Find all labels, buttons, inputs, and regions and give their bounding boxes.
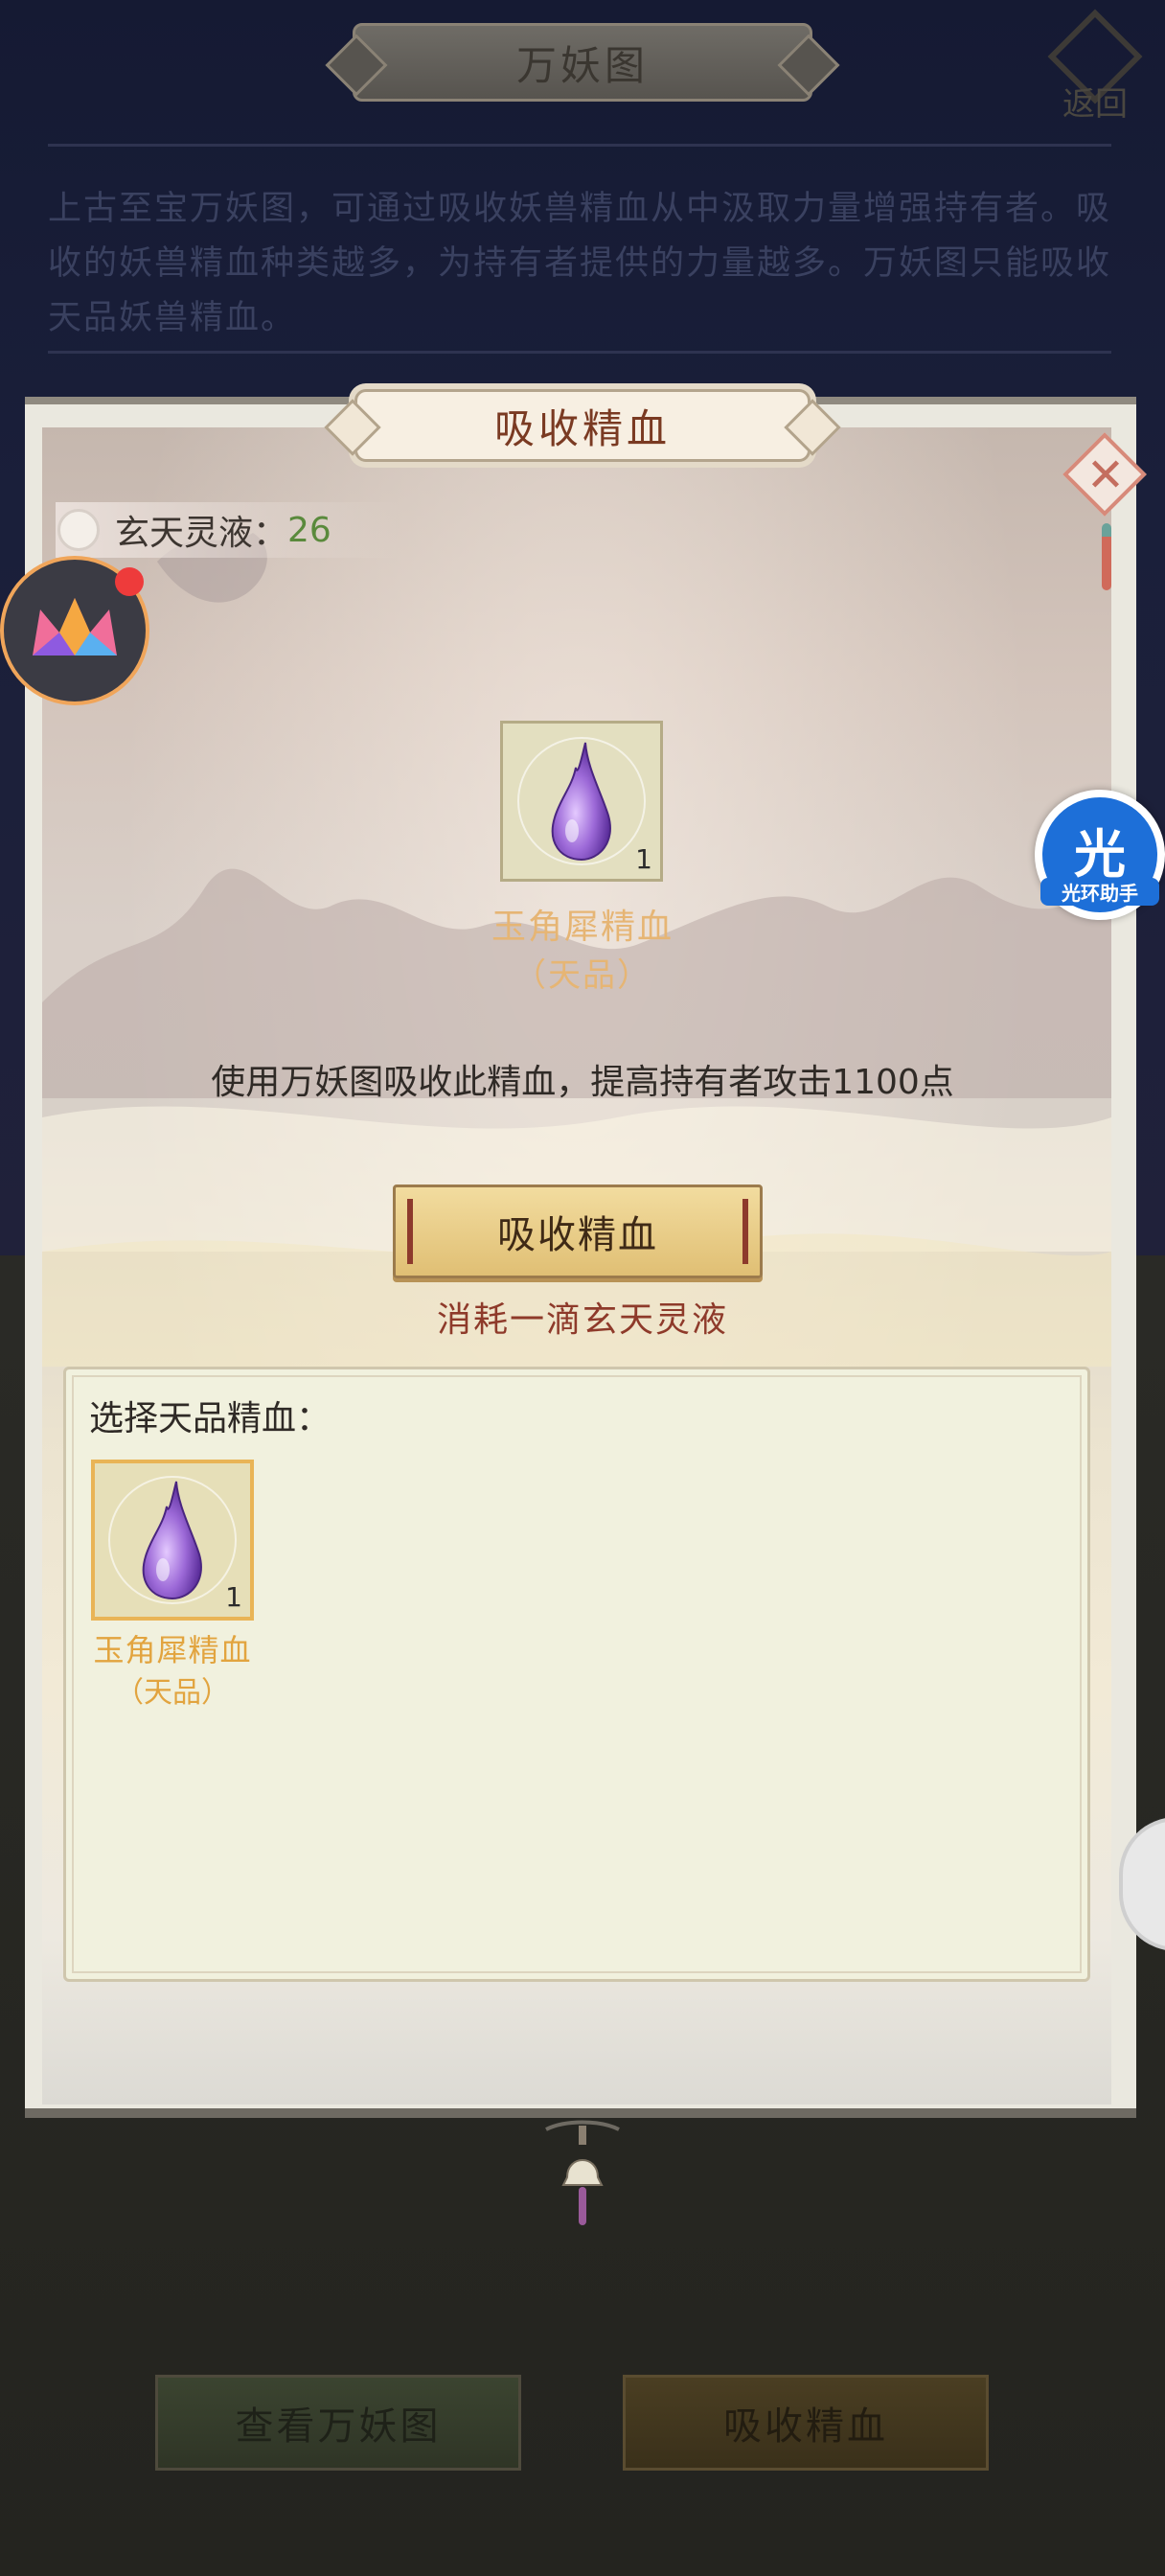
selection-title: 选择天品精血： — [89, 1399, 331, 1438]
resource-label: 玄天灵液： — [115, 514, 288, 553]
tassel-decoration — [1102, 523, 1111, 590]
item-count: 1 — [635, 843, 652, 875]
item-count: 1 — [225, 1581, 242, 1613]
helper-glyph: 光 — [1074, 824, 1126, 885]
bell-decoration — [545, 2120, 620, 2225]
selected-item-name: 玉角犀精血 — [491, 908, 674, 947]
back-button[interactable]: 返回 — [1042, 9, 1148, 125]
cost-text: 消耗一滴玄天灵液 — [436, 1300, 728, 1340]
view-map-button[interactable]: 查看万妖图 — [155, 2375, 521, 2471]
dialog-title: 吸收精血 — [493, 404, 671, 452]
blood-item-grade: （天品） — [115, 1676, 230, 1710]
absorb-button-label: 吸收精血 — [497, 1213, 658, 1257]
helper-label: 光环助手 — [1040, 878, 1159, 906]
resource-value: 26 — [287, 510, 331, 550]
absorb-blood-button[interactable]: 吸收精血 — [393, 1184, 763, 1278]
resource-bar: 玄天灵液： 26 — [56, 502, 400, 558]
page-title: 万妖图 — [515, 41, 649, 89]
absorb-tab-button[interactable]: 吸收精血 — [623, 2375, 989, 2471]
effect-description: 使用万妖图吸收此精血，提高持有者攻击1100点 — [211, 1063, 954, 1102]
item-halo — [108, 1476, 237, 1604]
selected-item-grade: （天品） — [514, 956, 651, 995]
spirit-liquid-icon — [57, 509, 100, 551]
close-button[interactable]: ✕ — [1062, 431, 1150, 590]
back-label: 返回 — [1062, 85, 1128, 124]
notification-dot — [115, 567, 144, 596]
item-halo — [517, 737, 646, 865]
selected-item-slot[interactable]: 1 — [500, 721, 663, 882]
blood-item-slot[interactable]: 1 — [91, 1460, 254, 1621]
intro-text: 上古至宝万妖图，可通过吸收妖兽精血从中汲取力量增强持有者。吸收的妖兽精血种类越多… — [48, 190, 1112, 337]
blood-item-name: 玉角犀精血 — [93, 1632, 252, 1668]
close-icon: ✕ — [1085, 448, 1126, 502]
blood-selection-panel: 选择天品精血： 1 玉角犀精血 （天品） — [63, 1367, 1090, 1982]
dialog-title-plate: 吸收精血 — [354, 389, 811, 462]
page-title-plate: 万妖图 — [353, 23, 812, 102]
divider — [48, 144, 1111, 147]
divider — [48, 351, 1111, 354]
